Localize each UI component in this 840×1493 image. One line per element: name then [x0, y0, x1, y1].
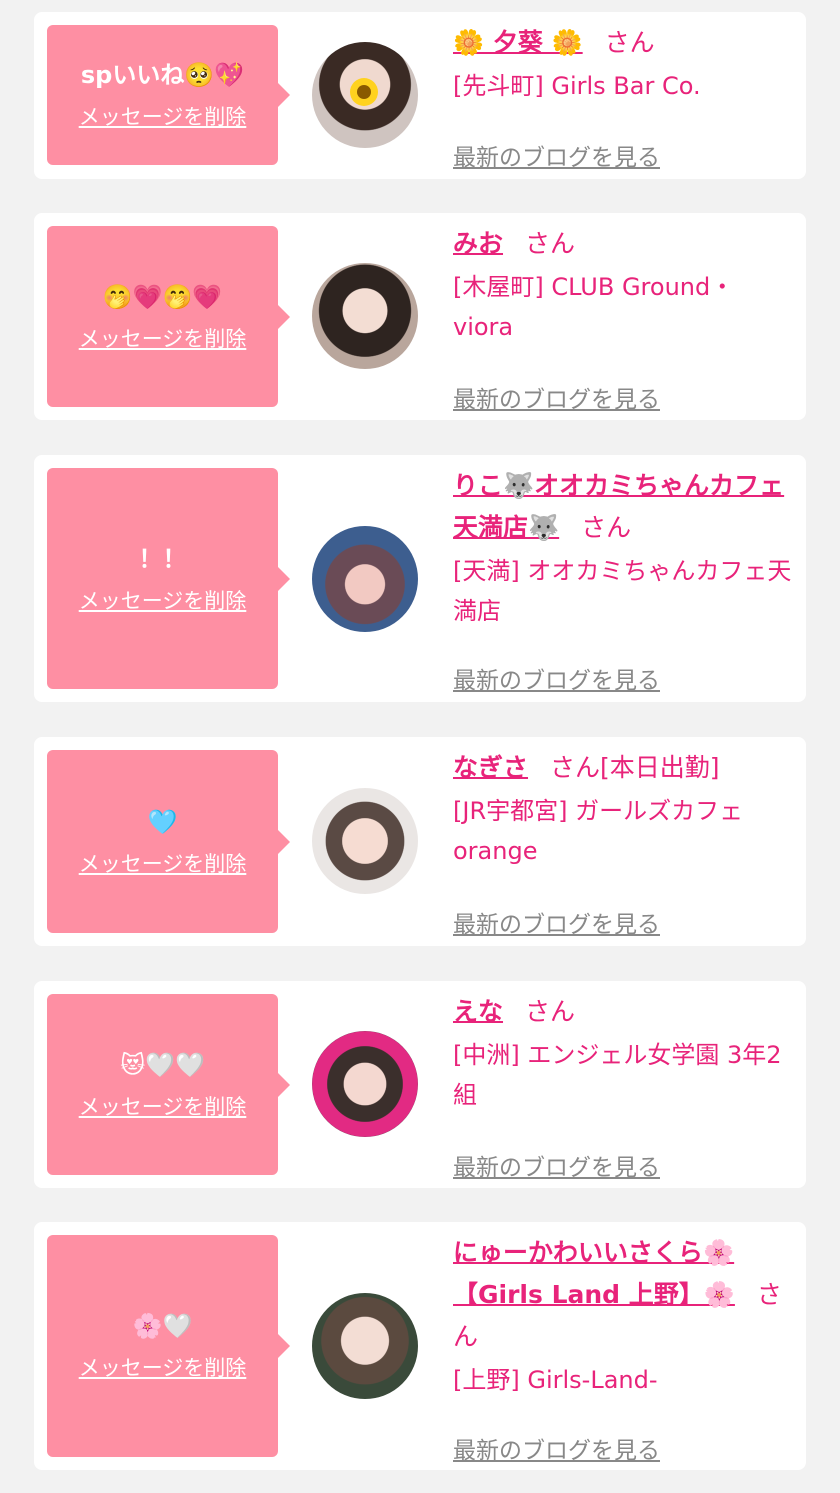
- avatar[interactable]: [312, 526, 418, 632]
- delete-message-link[interactable]: メッセージを削除: [79, 101, 247, 131]
- avatar[interactable]: [312, 42, 418, 148]
- message-card: 🤭💗🤭💗 メッセージを削除 みお さん [木屋町] CLUB Ground・vio…: [34, 213, 806, 420]
- avatar[interactable]: [312, 788, 418, 894]
- message-card: 🌸🤍 メッセージを削除 にゅーかわいいさくら🌸【Girls Land 上野】🌸 さ…: [34, 1222, 806, 1470]
- cast-info: にゅーかわいいさくら🌸【Girls Land 上野】🌸 さん [上野] Girls…: [453, 1232, 793, 1464]
- message-bubble: 🤭💗🤭💗 メッセージを削除: [47, 226, 290, 407]
- avatar[interactable]: [312, 1031, 418, 1137]
- name-line: みお さん: [453, 223, 793, 265]
- name-line: なぎさ さん[本日出勤]: [453, 747, 793, 789]
- message-card: spいいね🥺💖 メッセージを削除 🌼 夕葵 🌼 さん [先斗町] Girls Ba…: [34, 12, 806, 179]
- delete-message-link[interactable]: メッセージを削除: [79, 1091, 247, 1121]
- avatar[interactable]: [312, 1293, 418, 1399]
- message-card: 😻🤍🤍 メッセージを削除 えな さん [中洲] エンジェル女学園 3年2組 最新の…: [34, 981, 806, 1188]
- cast-info: なぎさ さん[本日出勤] [JR宇都宮] ガールズカフェorange 最新のブログ…: [453, 747, 793, 938]
- sunflower-sticker-icon: [350, 78, 378, 106]
- name-line: りこ🐺オオカミちゃんカフェ天満店🐺 さん: [453, 465, 793, 549]
- cast-name-link[interactable]: にゅーかわいいさくら🌸【Girls Land 上野】🌸: [453, 1238, 735, 1309]
- message-text: spいいね🥺💖: [80, 61, 245, 89]
- cast-name-link[interactable]: えな: [453, 997, 503, 1026]
- avatar[interactable]: [312, 263, 418, 369]
- cast-info: えな さん [中洲] エンジェル女学園 3年2組 最新のブログを見る: [453, 991, 793, 1181]
- shop-info: [中洲] エンジェル女学園 3年2組: [453, 1041, 782, 1109]
- honorific: さん: [581, 513, 632, 542]
- cast-name-link[interactable]: 🌼 夕葵 🌼: [453, 28, 583, 57]
- cast-name-link[interactable]: なぎさ: [453, 753, 528, 782]
- message-bubble: 🌸🤍 メッセージを削除: [47, 1235, 290, 1457]
- message-text: 🌸🤍: [132, 1312, 193, 1340]
- name-line: にゅーかわいいさくら🌸【Girls Land 上野】🌸 さん: [453, 1232, 793, 1358]
- message-bubble: spいいね🥺💖 メッセージを削除: [47, 25, 290, 165]
- shop-info: [木屋町] CLUB Ground・viora: [453, 273, 735, 341]
- cast-info: りこ🐺オオカミちゃんカフェ天満店🐺 さん [天満] オオカミちゃんカフェ天満店 最…: [453, 465, 793, 694]
- latest-blog-link[interactable]: 最新のブログを見る: [453, 138, 660, 172]
- honorific: さん: [604, 28, 655, 57]
- latest-blog-link[interactable]: 最新のブログを見る: [453, 905, 660, 939]
- message-card: 🩵 メッセージを削除 なぎさ さん[本日出勤] [JR宇都宮] ガールズカフェor…: [34, 737, 806, 946]
- latest-blog-link[interactable]: 最新のブログを見る: [453, 380, 660, 414]
- name-line: えな さん: [453, 991, 793, 1033]
- message-text: 🩵: [147, 807, 178, 836]
- shop-info: [先斗町] Girls Bar Co.: [453, 72, 701, 100]
- cast-info: 🌼 夕葵 🌼 さん [先斗町] Girls Bar Co. 最新のブログを見る: [453, 22, 793, 171]
- message-text: ！！: [138, 544, 187, 573]
- latest-blog-link[interactable]: 最新のブログを見る: [453, 661, 660, 695]
- message-text: 🤭💗🤭💗: [102, 282, 223, 311]
- cast-name-link[interactable]: みお: [453, 229, 503, 258]
- delete-message-link[interactable]: メッセージを削除: [79, 323, 247, 353]
- latest-blog-link[interactable]: 最新のブログを見る: [453, 1148, 660, 1182]
- message-card: ！！ メッセージを削除 りこ🐺オオカミちゃんカフェ天満店🐺 さん [天満] オオカ…: [34, 455, 806, 702]
- message-bubble: 🩵 メッセージを削除: [47, 750, 290, 933]
- message-bubble: 😻🤍🤍 メッセージを削除: [47, 994, 290, 1175]
- shop-info: [天満] オオカミちゃんカフェ天満店: [453, 557, 792, 625]
- shop-info: [上野] Girls-Land-: [453, 1366, 658, 1394]
- shop-info: [JR宇都宮] ガールズカフェorange: [453, 797, 744, 865]
- message-text: 😻🤍🤍: [120, 1050, 205, 1079]
- latest-blog-link[interactable]: 最新のブログを見る: [453, 1431, 660, 1465]
- message-bubble: ！！ メッセージを削除: [47, 468, 290, 689]
- delete-message-link[interactable]: メッセージを削除: [79, 1352, 247, 1382]
- honorific: さん: [525, 997, 576, 1026]
- name-line: 🌼 夕葵 🌼 さん: [453, 22, 793, 64]
- cast-info: みお さん [木屋町] CLUB Ground・viora 最新のブログを見る: [453, 223, 793, 413]
- delete-message-link[interactable]: メッセージを削除: [79, 848, 247, 878]
- honorific: さん[本日出勤]: [550, 753, 720, 782]
- delete-message-link[interactable]: メッセージを削除: [79, 585, 247, 615]
- honorific: さん: [525, 229, 576, 258]
